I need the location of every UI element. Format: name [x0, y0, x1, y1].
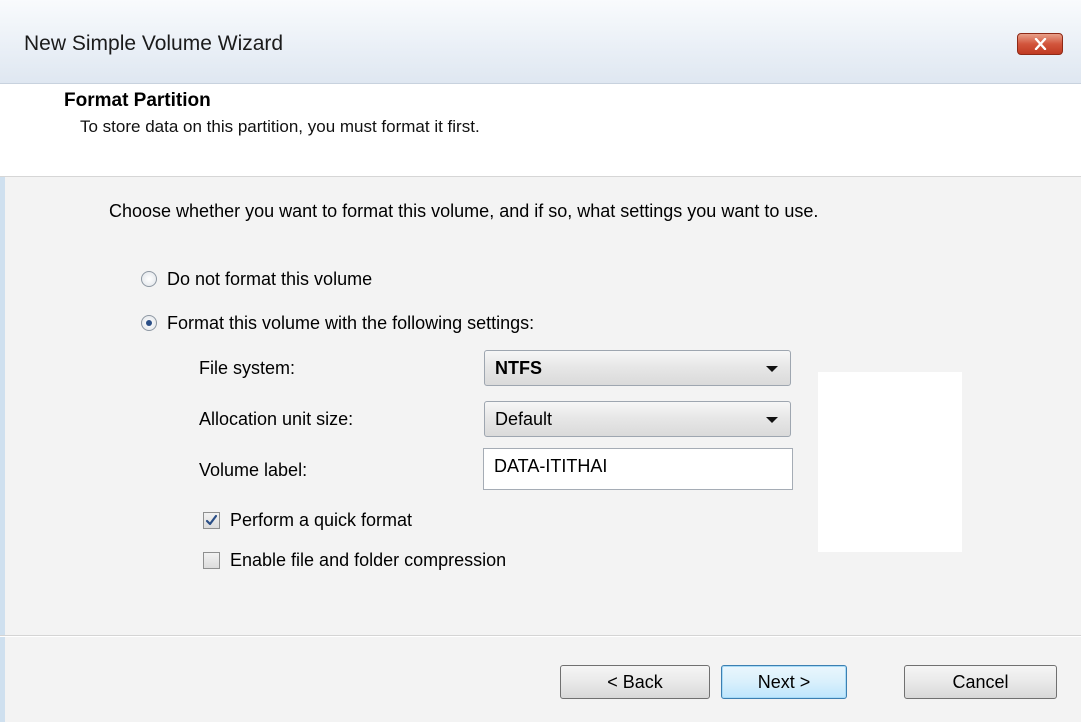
compression-option[interactable]: Enable file and folder compression: [203, 548, 506, 572]
radio-format-volume[interactable]: Format this volume with the following se…: [141, 311, 534, 335]
radio-button-selected[interactable]: [141, 315, 157, 331]
file-system-dropdown[interactable]: NTFS: [484, 350, 791, 386]
file-system-value: NTFS: [495, 357, 542, 378]
allocation-unit-size-dropdown[interactable]: Default: [484, 401, 791, 437]
window-left-border: [0, 84, 5, 722]
volume-label-label: Volume label:: [199, 460, 308, 480]
compression-checkbox[interactable]: [203, 551, 220, 569]
title-bar: New Simple Volume Wizard: [0, 0, 1081, 84]
allocation-unit-size-value: Default: [495, 408, 553, 429]
volume-label-input[interactable]: DATA-ITITHAI: [483, 448, 793, 490]
radio-label: Format this volume with the following se…: [167, 312, 535, 333]
checkbox-label: Perform a quick format: [230, 509, 413, 530]
radio-button[interactable]: [141, 271, 157, 287]
radio-do-not-format[interactable]: Do not format this volume: [141, 267, 372, 291]
cancel-button[interactable]: Cancel: [904, 665, 1057, 699]
checkmark-icon: [205, 514, 218, 525]
blank-panel: [818, 372, 962, 552]
page-subtitle: To store data on this partition, you mus…: [80, 117, 480, 136]
page-title: Format Partition: [64, 90, 211, 111]
window-title: New Simple Volume Wizard: [24, 32, 284, 55]
intro-text: Choose whether you want to format this v…: [109, 201, 819, 221]
chevron-down-icon: [766, 417, 778, 423]
close-icon: [1034, 38, 1047, 50]
close-button[interactable]: [1017, 33, 1063, 55]
quick-format-checkbox[interactable]: [203, 511, 220, 529]
allocation-unit-size-label: Allocation unit size:: [199, 409, 354, 429]
file-system-label: File system:: [199, 358, 296, 378]
back-button[interactable]: < Back: [560, 665, 710, 699]
wizard-header: Format Partition To store data on this p…: [0, 84, 1081, 177]
next-button[interactable]: Next >: [721, 665, 847, 699]
chevron-down-icon: [766, 366, 778, 372]
footer-divider-highlight: [0, 636, 1081, 637]
checkbox-label: Enable file and folder compression: [230, 549, 507, 570]
radio-label: Do not format this volume: [167, 268, 373, 289]
quick-format-option[interactable]: Perform a quick format: [203, 508, 412, 532]
